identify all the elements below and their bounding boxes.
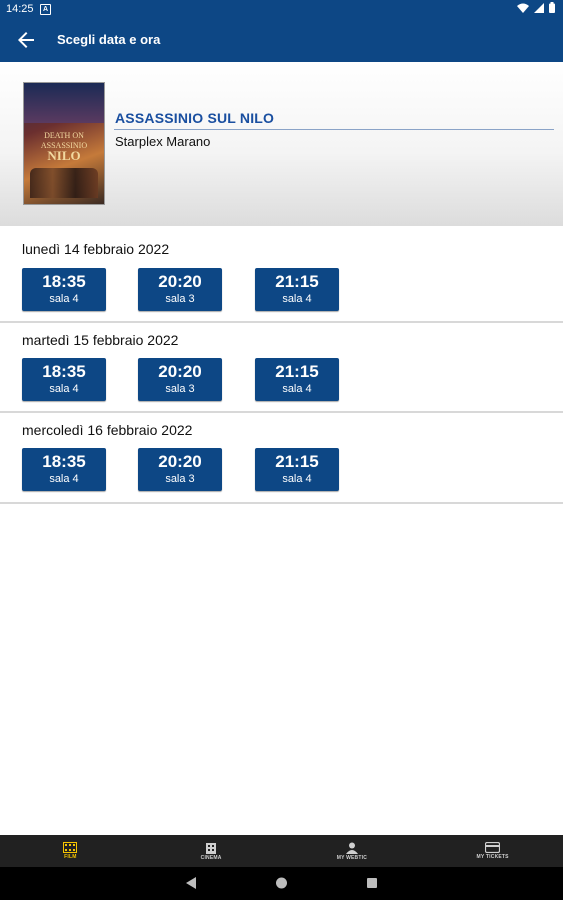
showtime-button[interactable]: 21:15 sala 4 <box>255 268 339 311</box>
showtime-time: 20:20 <box>158 362 202 381</box>
showtime-time: 21:15 <box>275 272 319 291</box>
title-divider <box>114 129 554 130</box>
showtime-time: 18:35 <box>42 452 86 471</box>
movie-title: ASSASSINIO SUL NILO <box>115 110 275 126</box>
battery-icon <box>549 2 555 13</box>
showtime-time: 20:20 <box>158 452 202 471</box>
cinema-building-icon <box>206 842 217 854</box>
nav-item-my-tickets[interactable]: MY TICKETS <box>422 835 563 867</box>
day-section: lunedì 14 febbraio 2022 18:35 sala 4 20:… <box>0 226 563 323</box>
day-label: lunedì 14 febbraio 2022 <box>22 241 170 257</box>
showtime-button[interactable]: 21:15 sala 4 <box>255 448 339 491</box>
nav-label: MY WEBTIC <box>336 854 368 861</box>
showtime-room: sala 3 <box>165 473 195 485</box>
showtime-room: sala 4 <box>49 293 79 305</box>
showtime-button[interactable]: 18:35 sala 4 <box>22 448 106 491</box>
movie-header: DEATH ON ASSASSINIO NILO ASSASSINIO SUL … <box>0 62 563 226</box>
showtime-time: 20:20 <box>158 272 202 291</box>
poster-line1: DEATH ON <box>44 131 84 140</box>
system-back-icon[interactable] <box>185 876 197 890</box>
showtime-room: sala 3 <box>165 383 195 395</box>
showtime-room: sala 4 <box>49 473 79 485</box>
showtime-button[interactable]: 18:35 sala 4 <box>22 268 106 311</box>
ticket-card-icon <box>485 842 501 853</box>
day-label: martedì 15 febbraio 2022 <box>22 332 179 348</box>
status-time: 14:25 <box>6 3 34 15</box>
movie-poster[interactable]: DEATH ON ASSASSINIO NILO <box>23 82 105 205</box>
nav-label: CINEMA <box>200 854 222 861</box>
day-label: mercoledì 16 febbraio 2022 <box>22 422 193 438</box>
nav-item-cinema[interactable]: CINEMA <box>141 835 282 867</box>
nav-item-my-webtic[interactable]: MY WEBTIC <box>282 835 423 867</box>
showtime-time: 18:35 <box>42 272 86 291</box>
day-section: mercoledì 16 febbraio 2022 18:35 sala 4 … <box>0 413 563 504</box>
app-bar: Scegli data e ora <box>0 18 563 62</box>
wifi-icon <box>517 3 529 13</box>
cinema-name: Starplex Marano <box>115 134 211 149</box>
back-arrow-icon[interactable] <box>14 28 38 52</box>
nav-label: FILM <box>64 854 77 860</box>
showtime-button[interactable]: 21:15 sala 4 <box>255 358 339 401</box>
showtime-room: sala 4 <box>282 383 312 395</box>
poster-sky <box>24 83 104 123</box>
showtime-time: 21:15 <box>275 362 319 381</box>
showtime-button[interactable]: 18:35 sala 4 <box>22 358 106 401</box>
page-title: Scegli data e ora <box>57 32 161 47</box>
system-home-icon[interactable] <box>275 876 288 890</box>
showtime-time: 21:15 <box>275 452 319 471</box>
day-section: martedì 15 febbraio 2022 18:35 sala 4 20… <box>0 323 563 413</box>
poster-figures <box>30 168 98 198</box>
system-recents-icon[interactable] <box>366 876 378 890</box>
showtime-room: sala 4 <box>49 383 79 395</box>
showtime-room: sala 3 <box>165 293 195 305</box>
system-navigation-bar <box>0 867 563 900</box>
status-icons <box>517 2 555 13</box>
nav-label: MY TICKETS <box>476 854 509 860</box>
bottom-navigation: FILM CINEMA MY WEBTIC MY TICKETS <box>0 835 563 867</box>
showtime-room: sala 4 <box>282 293 312 305</box>
status-bar: 14:25 A <box>0 0 563 18</box>
notification-icon: A <box>40 4 51 15</box>
nav-item-film[interactable]: FILM <box>0 835 141 867</box>
poster-text: DEATH ON ASSASSINIO NILO <box>24 131 104 163</box>
poster-line3: NILO <box>47 148 81 163</box>
showtime-time: 18:35 <box>42 362 86 381</box>
showtime-room: sala 4 <box>282 473 312 485</box>
user-icon <box>345 842 358 854</box>
showtime-button[interactable]: 20:20 sala 3 <box>138 448 222 491</box>
showtime-button[interactable]: 20:20 sala 3 <box>138 358 222 401</box>
signal-icon <box>534 2 544 13</box>
film-icon <box>63 842 78 853</box>
showtime-button[interactable]: 20:20 sala 3 <box>138 268 222 311</box>
